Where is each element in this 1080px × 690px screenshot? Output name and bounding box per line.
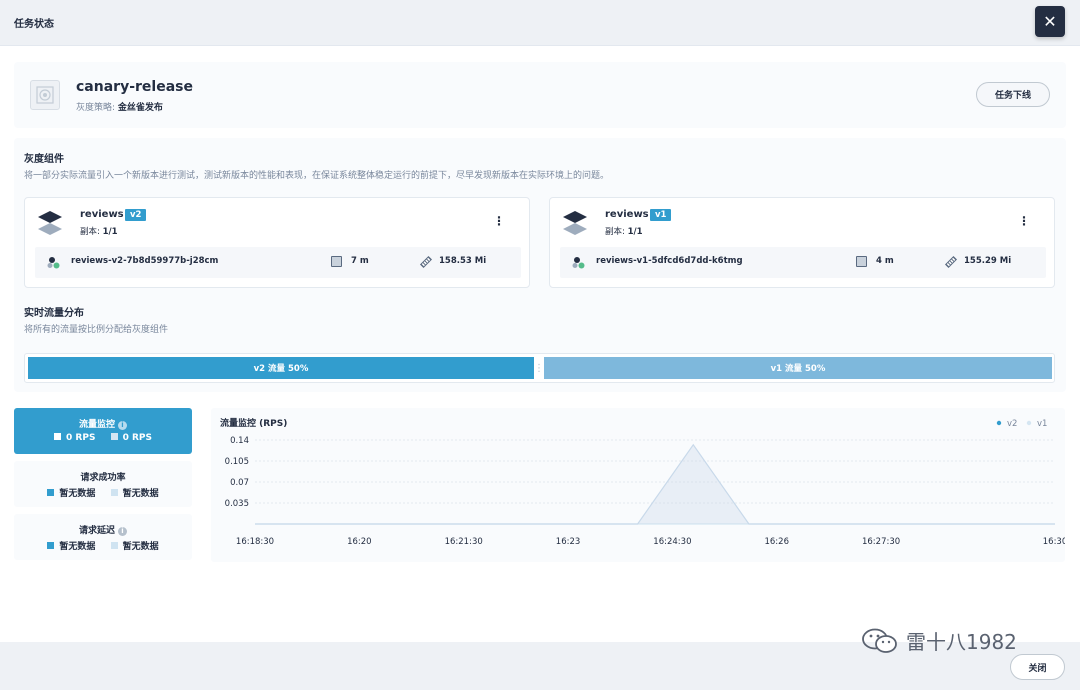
components-title: 灰度组件 [24, 154, 64, 165]
replica-label: 副本: [80, 227, 100, 237]
v1-legend-square [110, 489, 118, 496]
info-icon[interactable]: i [118, 527, 127, 536]
offline-button[interactable]: 任务下线 [976, 82, 1050, 107]
traffic-description: 将所有的流量按比例分配给灰度组件 [24, 325, 169, 335]
memory-icon [419, 255, 433, 269]
watermark-text: 雷十八1982 [906, 630, 1017, 654]
more-icon[interactable]: ⋮ [493, 214, 505, 228]
x-tick-label: 16:30 [1043, 537, 1065, 547]
clock-icon [856, 256, 867, 267]
component-card-v1: reviews v1 副本: 1/1 ⋮ reviews-v1-5dfcd6d7… [549, 197, 1055, 288]
component-icon [563, 211, 587, 235]
v2-legend-square [54, 433, 62, 440]
modal-header: 任务状态 ✕ [0, 0, 1080, 46]
replica-count: 副本: 1/1 [605, 225, 643, 237]
traffic-title: 实时流量分布 [24, 308, 84, 319]
traffic-chart: 流量监控 (RPS) 0.14 0.105 0.07 0.035 16:18:30 16:… [211, 408, 1065, 562]
x-tick-label: 16:27:30 [862, 537, 900, 547]
component-name: reviews [605, 209, 649, 220]
tab-title: 请求成功率 [80, 473, 126, 483]
tab-request-latency[interactable]: 请求延迟 i 暂无数据 暂无数据 [14, 514, 192, 560]
x-tick-label: 16:21:30 [445, 537, 483, 547]
components-section: 灰度组件 将一部分实际流量引入一个新版本进行测试，测试新版本的性能和表现，在保证… [14, 138, 1066, 392]
v2-value: 暂无数据 [59, 542, 96, 552]
strategy-value: 金丝雀发布 [117, 103, 163, 113]
component-name: reviews [80, 209, 124, 220]
info-icon[interactable]: i [118, 421, 127, 430]
x-tick-label: 16:20 [347, 537, 372, 547]
task-icon [30, 80, 60, 110]
tab-success-rate[interactable]: 请求成功率 暂无数据 暂无数据 [14, 461, 192, 507]
tab-traffic-monitor[interactable]: 流量监控 i 0 RPS 0 RPS [14, 408, 192, 454]
legend-label-v2: v2 [1007, 419, 1017, 429]
y-tick-label: 0.14 [230, 436, 249, 446]
traffic-v1-segment: v1 流量 50% [544, 357, 1052, 379]
traffic-distribution-bar: v2 流量 50% ⋮ v1 流量 50% [24, 353, 1055, 383]
component-icon [38, 211, 62, 235]
component-card-v2: reviews v2 副本: 1/1 ⋮ reviews-v2-7b8d5997… [24, 197, 530, 288]
replica-count: 副本: 1/1 [80, 225, 118, 237]
close-icon[interactable]: ✕ [1035, 6, 1065, 37]
pod-row: reviews-v1-5dfcd6d7dd-k6tmg 4 m 155.29 M… [560, 247, 1046, 278]
version-badge: v2 [125, 209, 147, 221]
y-tick-label: 0.035 [225, 499, 249, 509]
y-tick-label: 0.07 [230, 478, 249, 488]
pod-name[interactable]: reviews-v1-5dfcd6d7dd-k6tmg [596, 256, 743, 266]
y-tick-label: 0.105 [225, 457, 249, 467]
strategy-line: 灰度策略: 金丝雀发布 [76, 100, 163, 113]
x-tick-label: 16:23 [556, 537, 581, 547]
pod-memory: 158.53 Mi [439, 256, 487, 266]
task-header-card: canary-release 灰度策略: 金丝雀发布 任务下线 [14, 62, 1066, 128]
tab-title: 流量监控 [78, 420, 115, 430]
modal-body: canary-release 灰度策略: 金丝雀发布 任务下线 灰度组件 将一部… [0, 46, 1080, 642]
v2-legend-square [47, 489, 55, 496]
traffic-v2-segment: v2 流量 50% [28, 357, 534, 379]
pod-name[interactable]: reviews-v2-7b8d59977b-j28cm [71, 256, 218, 266]
wechat-icon [862, 628, 897, 653]
memory-icon [944, 255, 958, 269]
replica-label: 副本: [605, 227, 625, 237]
series-area-v2 [255, 444, 1055, 524]
version-badge: v1 [650, 209, 672, 221]
pod-icon [572, 257, 585, 269]
chart-canvas: 0.14 0.105 0.07 0.035 16:18:30 16:20 16:21:30 1… [225, 419, 1065, 547]
strategy-label: 灰度策略: [76, 103, 116, 113]
task-name: canary-release [76, 79, 193, 95]
pod-icon [47, 257, 60, 269]
replica-value: 1/1 [102, 227, 118, 237]
x-tick-label: 16:26 [764, 537, 789, 547]
legend-marker-v2 [996, 420, 1002, 426]
v1-legend-square [110, 433, 118, 440]
x-tick-label: 16:24:30 [653, 537, 691, 547]
tab-title: 请求延迟 [78, 526, 115, 536]
clock-icon [331, 256, 342, 267]
v1-value: 暂无数据 [122, 542, 159, 552]
x-tick-label: 16:18:30 [236, 537, 274, 547]
traffic-slider-handle[interactable]: ⋮ [534, 357, 544, 379]
legend-marker-v1 [1026, 420, 1032, 426]
v2-value: 暂无数据 [59, 489, 96, 499]
pod-age: 4 m [876, 256, 894, 266]
v2-legend-square [47, 542, 55, 549]
v1-value: 0 RPS [122, 433, 152, 443]
pod-memory: 155.29 Mi [964, 256, 1012, 266]
components-description: 将一部分实际流量引入一个新版本进行测试，测试新版本的性能和表现，在保证系统整体稳… [24, 171, 610, 181]
watermark: 雷十八1982 [860, 626, 1017, 655]
close-button[interactable]: 关闭 [1010, 654, 1065, 680]
modal-title: 任务状态 [14, 19, 54, 30]
replica-value: 1/1 [627, 227, 643, 237]
v1-legend-square [110, 542, 118, 549]
more-icon[interactable]: ⋮ [1018, 214, 1030, 228]
v2-value: 0 RPS [66, 433, 96, 443]
legend-label-v1: v1 [1037, 419, 1047, 429]
v1-value: 暂无数据 [122, 489, 159, 499]
pod-row: reviews-v2-7b8d59977b-j28cm 7 m 158.53 M… [35, 247, 521, 278]
pod-age: 7 m [351, 256, 369, 266]
